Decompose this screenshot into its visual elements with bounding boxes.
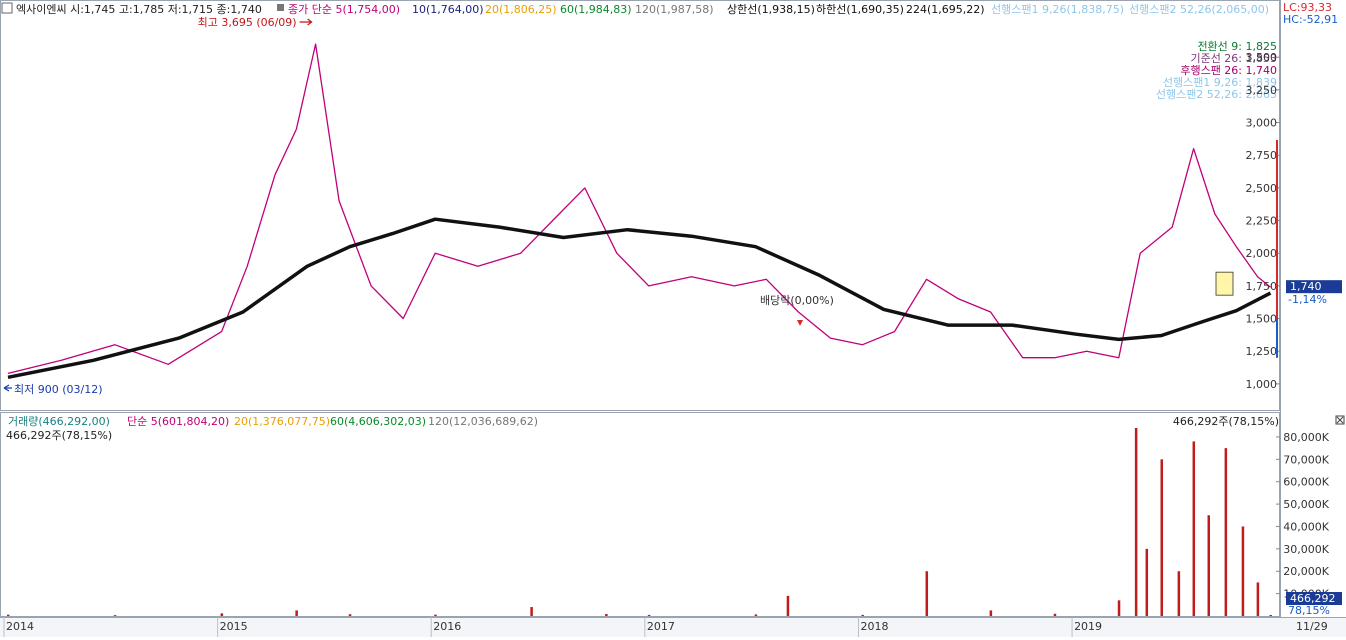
volume-bar: [348, 614, 352, 616]
price-y-tick-label: 1,500: [1246, 313, 1278, 326]
hc-value: HC:-52,91: [1283, 13, 1338, 26]
price-y-tick-label: 2,500: [1246, 182, 1278, 195]
date-tick-label: 2016: [433, 620, 461, 633]
volume-legend-item: 거래량(466,292,00): [8, 415, 110, 428]
price-legend-item: 하한선(1,690,35): [816, 2, 904, 16]
price-legend-item: 선행스팬2 52,26(2,065,00): [1129, 3, 1269, 16]
volume-bar: [1145, 548, 1149, 616]
low-arrow-icon: [3, 384, 12, 392]
volume-current-left: 466,292주(78,15%): [6, 429, 112, 442]
volume-y-tick-label: 60,000K: [1283, 476, 1329, 489]
volume-bar: [1053, 613, 1057, 616]
volume-bar: [1241, 526, 1245, 616]
price-legend-item: 종가 단순 5(1,754,00): [288, 3, 400, 16]
volume-bar: [1192, 441, 1196, 616]
date-tick-label: 2019: [1074, 620, 1102, 633]
price-summary-label: 엑사이엔씨 시:1,745 고:1,785 저:1,715 종:1,740: [16, 3, 262, 16]
volume-y-tick-label: 80,000K: [1283, 431, 1329, 444]
price-legend-item: 60(1,984,83): [560, 3, 632, 16]
volume-bar: [1256, 582, 1260, 616]
price-y-tick-label: 2,000: [1246, 247, 1278, 260]
last-volume-ratio: 78,15%: [1288, 604, 1330, 617]
volume-bar: [7, 614, 10, 616]
volume-bar: [754, 614, 758, 616]
volume-bar: [786, 595, 790, 616]
price-legend-item: 120(1,987,58): [635, 3, 714, 16]
volume-bar: [647, 614, 651, 616]
price-y-tick-label: 2,750: [1246, 149, 1278, 162]
volume-current-right: 466,292주(78,15%): [1173, 415, 1279, 428]
price-legend-item: 상한선(1,938,15): [727, 3, 815, 16]
volume-y-tick-label: 30,000K: [1283, 543, 1329, 556]
price-y-tick-label: 1,750: [1246, 280, 1278, 293]
volume-bar: [1160, 459, 1164, 616]
volume-bar: [113, 615, 117, 617]
date-tick-label: 2017: [647, 620, 675, 633]
legend-marker-icon: [277, 4, 284, 11]
volume-bar: [1117, 600, 1121, 616]
price-y-tick-label: 1,250: [1246, 345, 1278, 358]
dividend-arrow-icon: [797, 320, 803, 326]
ma-224-line: [7, 217, 1272, 380]
volume-bar: [1269, 614, 1272, 616]
last-change-value: -1,14%: [1288, 293, 1327, 306]
volume-y-tick-label: 20,000K: [1283, 565, 1329, 578]
volume-bar: [434, 614, 437, 616]
chart-canvas: 엑사이엔씨 시:1,745 고:1,785 저:1,715 종:1,740 종가 …: [0, 0, 1346, 637]
volume-bar: [605, 613, 608, 616]
high-arrow-icon: [299, 18, 313, 26]
date-tick-label: 2018: [860, 620, 888, 633]
volume-legend-item: 60(4,606,302,03): [330, 415, 426, 428]
price-panel-toggle[interactable]: [1, 2, 13, 14]
date-tick-label: 2014: [6, 620, 34, 633]
dividend-label: 배당락(0,00%): [760, 294, 834, 307]
volume-y-tick-label: 50,000K: [1283, 498, 1329, 511]
high-price-marker: 최고 3,695 (06/09): [198, 16, 297, 29]
date-axis-end-label: 11/29: [1296, 620, 1328, 633]
volume-bar: [925, 571, 929, 616]
price-legend-item: 20(1,806,25): [485, 3, 557, 16]
volume-y-tick-label: 40,000K: [1283, 520, 1329, 533]
volume-bar: [220, 613, 224, 616]
volume-bar: [1134, 428, 1138, 616]
price-y-tick-label: 2,250: [1246, 215, 1278, 228]
price-legend-item: 선행스팬1 9,26(1,838,75): [991, 3, 1124, 16]
volume-bar: [861, 614, 864, 616]
low-price-marker: 최저 900 (03/12): [14, 383, 103, 396]
volume-bar: [1207, 515, 1211, 616]
volume-legend-item: 120(12,036,689,62): [428, 415, 538, 428]
stock-chart: 엑사이엔씨 시:1,745 고:1,785 저:1,715 종:1,740 종가 …: [0, 0, 1346, 637]
last-candle-highlight: [1215, 271, 1234, 296]
last-price-value: 1,740: [1290, 280, 1322, 293]
price-y-tick-label: 3,500: [1246, 51, 1278, 64]
price-y-tick-label: 3,000: [1246, 117, 1278, 130]
volume-y-tick-label: 70,000K: [1283, 453, 1329, 466]
price-y-tick-label: 1,000: [1246, 378, 1278, 391]
volume-legend-item: 단순 5(601,804,20): [127, 415, 229, 428]
volume-bar: [1177, 571, 1181, 616]
close-price-line: [7, 43, 1271, 375]
volume-bar: [989, 610, 993, 616]
volume-bar: [295, 610, 298, 616]
price-legend-item: 224(1,695,22): [906, 3, 985, 16]
price-legend-item: 10(1,764,00): [412, 3, 484, 16]
volume-panel-frame: [0, 412, 1280, 617]
date-tick-label: 2015: [220, 620, 248, 633]
volume-legend-item: 20(1,376,077,75): [234, 415, 330, 428]
volume-bar: [1224, 448, 1228, 616]
price-y-tick-label: 3,250: [1246, 84, 1278, 97]
volume-bar: [530, 607, 533, 616]
